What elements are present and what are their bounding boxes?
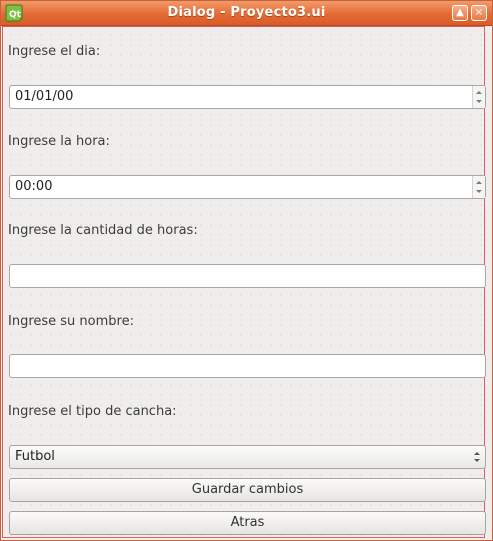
name-input[interactable] [9,354,486,378]
combo-down-icon [474,459,480,462]
day-date-edit[interactable]: 01/01/00 [9,85,486,109]
spin-up-icon[interactable] [476,181,482,184]
hours-amount-input[interactable] [9,264,486,288]
name-label: Ingrese su nombre: [8,314,134,329]
window-title: Dialog - Proyecto3.ui [167,5,326,20]
court-type-label: Ingrese el tipo de cancha: [8,404,177,419]
save-button[interactable]: Guardar cambios [9,478,486,502]
combo-up-icon [474,452,480,455]
spin-up-icon[interactable] [476,91,482,94]
court-type-selected[interactable]: Futbol [15,449,55,464]
hour-value[interactable]: 00:00 [15,179,52,194]
dialog-window: Qt Dialog - Proyecto3.ui ▲ × Ingrese el … [0,0,493,541]
spin-down-icon[interactable] [476,100,482,103]
court-type-combobox[interactable]: Futbol [9,445,486,469]
day-value[interactable]: 01/01/00 [15,89,73,104]
back-button[interactable]: Atras [9,511,486,535]
day-label: Ingrese el dia: [8,44,101,59]
hours-amount-label: Ingrese la cantidad de horas: [8,223,198,238]
close-icon[interactable]: × [471,5,487,21]
hour-label: Ingrese la hora: [8,134,110,149]
minimize-icon[interactable]: ▲ [452,5,468,21]
spin-down-icon[interactable] [476,190,482,193]
form-area: Ingrese el dia: 01/01/00 Ingrese la hora… [2,26,486,538]
day-spin-arrows[interactable] [472,86,485,108]
hour-spin-arrows[interactable] [472,176,485,198]
combo-arrows-icon[interactable] [473,450,481,464]
hour-time-edit[interactable]: 00:00 [9,175,486,199]
title-bar[interactable]: Qt Dialog - Proyecto3.ui ▲ × [1,1,492,26]
